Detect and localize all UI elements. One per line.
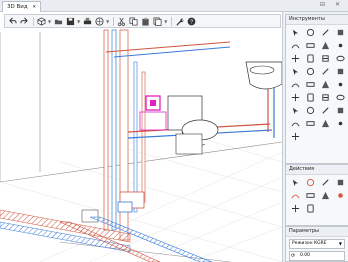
chevron-down-icon: ▼ xyxy=(338,241,342,246)
tab-label: 3D Вид xyxy=(7,4,28,10)
window-controls[interactable]: ⊟ ✕ xyxy=(320,1,344,8)
params-panel: Параметры Режизон КGRE ▼ ⟳ 0.00 xyxy=(285,226,348,262)
cut-icon[interactable] xyxy=(116,16,127,27)
action-icon[interactable] xyxy=(289,190,301,201)
tool-icon[interactable] xyxy=(304,27,316,38)
mode-select-value: Режизон КGRE xyxy=(292,241,327,246)
view-cube-icon[interactable] xyxy=(36,16,47,27)
tool-icon[interactable] xyxy=(319,66,331,77)
save-icon[interactable] xyxy=(65,16,76,27)
tool-icon[interactable] xyxy=(319,92,331,103)
action-icon[interactable] xyxy=(289,177,301,188)
tool-icon[interactable] xyxy=(289,27,301,38)
folder-icon[interactable] xyxy=(53,16,64,27)
toolbar-separator xyxy=(113,16,115,26)
action-icon[interactable] xyxy=(319,177,331,188)
tool-icon[interactable] xyxy=(304,79,316,90)
print-icon[interactable] xyxy=(82,16,93,27)
tool-icon[interactable] xyxy=(304,40,316,51)
tool-icon[interactable] xyxy=(334,92,346,103)
undo-icon[interactable] xyxy=(7,16,18,27)
tool-icon[interactable] xyxy=(319,79,331,90)
tab-3d-view[interactable]: 3D Вид ✕ xyxy=(2,1,42,12)
wrench-icon[interactable] xyxy=(174,16,185,27)
action-icon[interactable] xyxy=(304,203,316,214)
tool-icon[interactable] xyxy=(289,79,301,90)
layers-icon[interactable] xyxy=(94,16,105,27)
chevron-down-icon[interactable]: ▼ xyxy=(106,19,109,24)
action-icon[interactable] xyxy=(304,190,316,201)
tool-icon[interactable] xyxy=(334,79,346,90)
tools-panel-title: Инструменты xyxy=(286,15,348,25)
tool-icon[interactable] xyxy=(304,92,316,103)
toolbar-separator xyxy=(33,16,34,26)
tool-icon[interactable] xyxy=(319,118,331,129)
params-panel-title: Параметры xyxy=(286,227,348,237)
tools-grid xyxy=(286,25,348,145)
right-panel: Инструменты Действия Параметры Режизон К… xyxy=(282,12,348,262)
toolbar-separator xyxy=(171,16,173,26)
tools-panel: Инструменты xyxy=(285,14,348,164)
main-toolbar: ▼ ▼ ▼ ▼ ? xyxy=(4,14,281,28)
tool-icon[interactable] xyxy=(289,118,301,129)
value-input-text: 0.00 xyxy=(300,253,311,258)
sink-fixture[interactable] xyxy=(245,61,282,90)
actions-panel: Действия xyxy=(285,164,348,226)
chevron-down-icon[interactable]: ▼ xyxy=(48,19,51,24)
action-icon[interactable] xyxy=(334,177,346,188)
tab-bar: 3D Вид ✕ ⊟ ✕ xyxy=(0,0,348,12)
tool-icon[interactable] xyxy=(289,66,301,77)
tool-icon[interactable] xyxy=(289,53,301,64)
actions-panel-title: Действия xyxy=(286,165,348,175)
tool-icon[interactable] xyxy=(289,105,301,116)
tool-icon[interactable] xyxy=(289,92,301,103)
tool-icon[interactable] xyxy=(334,118,346,129)
action-icon[interactable] xyxy=(334,190,346,201)
tool-icon[interactable] xyxy=(319,40,331,51)
pages-icon[interactable] xyxy=(152,16,163,27)
chevron-down-icon[interactable]: ▼ xyxy=(164,19,167,24)
tool-icon[interactable] xyxy=(304,66,316,77)
actions-grid xyxy=(286,175,348,217)
toilet-fixture[interactable] xyxy=(167,95,219,155)
copy-icon[interactable] xyxy=(128,16,139,27)
tool-icon[interactable] xyxy=(304,118,316,129)
action-icon[interactable] xyxy=(319,190,331,201)
tool-icon[interactable] xyxy=(334,53,346,64)
chevron-down-icon[interactable]: ▼ xyxy=(77,19,80,24)
help-icon[interactable]: ? xyxy=(186,16,197,27)
tool-icon[interactable] xyxy=(304,105,316,116)
tool-icon[interactable] xyxy=(319,27,331,38)
3d-viewport[interactable] xyxy=(0,12,282,262)
tool-icon[interactable] xyxy=(319,105,331,116)
tab-close-icon[interactable]: ✕ xyxy=(32,5,36,10)
action-icon[interactable] xyxy=(304,177,316,188)
mode-select[interactable]: Режизон КGRE ▼ xyxy=(289,239,345,249)
tool-icon[interactable] xyxy=(319,53,331,64)
tool-icon[interactable] xyxy=(304,53,316,64)
tool-icon[interactable] xyxy=(289,40,301,51)
value-input[interactable]: ⟳ 0.00 xyxy=(289,251,345,261)
tool-icon[interactable] xyxy=(334,105,346,116)
tool-icon[interactable] xyxy=(289,131,301,142)
action-icon[interactable] xyxy=(289,203,301,214)
plumbing-scene[interactable] xyxy=(0,12,282,262)
redo-icon[interactable] xyxy=(19,16,30,27)
tool-icon[interactable] xyxy=(334,66,346,77)
tool-icon[interactable] xyxy=(334,40,346,51)
tool-icon[interactable] xyxy=(334,27,346,38)
angle-icon: ⟳ xyxy=(291,253,296,259)
paste-icon[interactable] xyxy=(140,16,151,27)
